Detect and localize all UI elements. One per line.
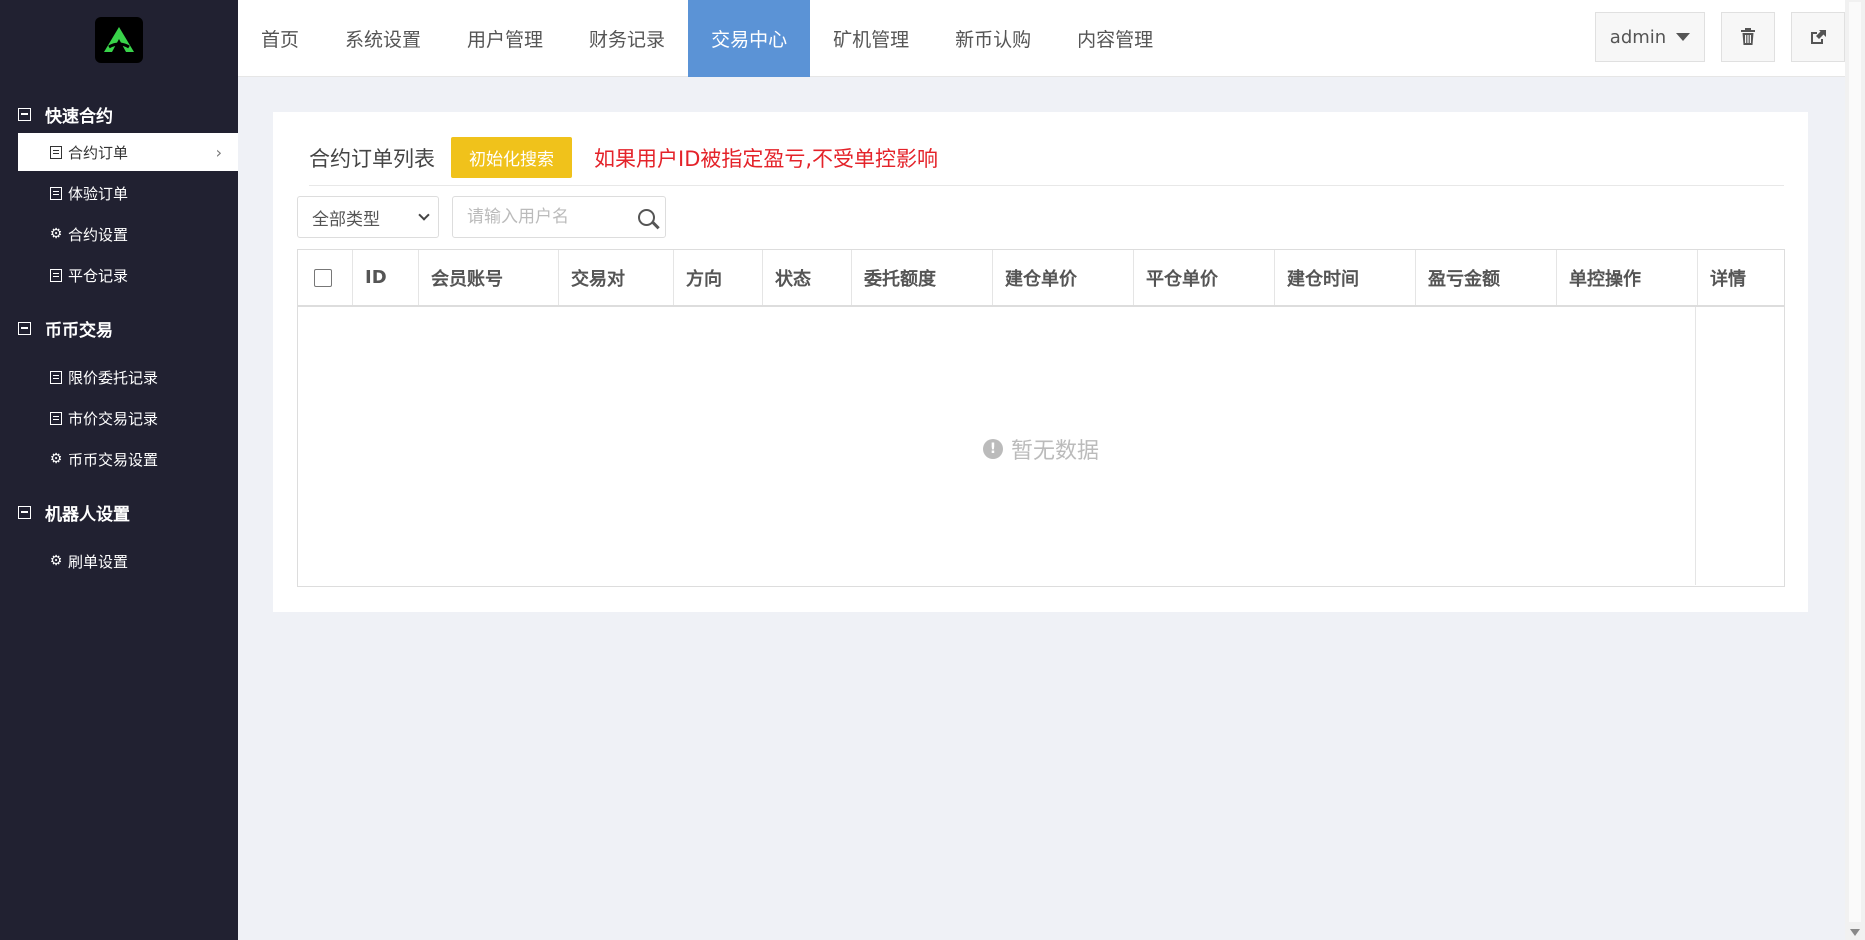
nav-finance-records[interactable]: 财务记录 <box>566 0 688 77</box>
sidebar-group-robot: 机器人设置 ⚙ 刷单设置 <box>0 496 238 580</box>
col-direction[interactable]: 方向 <box>674 250 763 305</box>
table-icon <box>48 186 64 200</box>
sidebar-item-contract-orders[interactable]: 合约订单 › <box>18 133 238 171</box>
clear-cache-button[interactable] <box>1721 12 1775 62</box>
table-icon <box>48 268 64 282</box>
nav-system-settings[interactable]: 系统设置 <box>322 0 444 77</box>
collapse-icon <box>18 505 31 519</box>
table-icon <box>48 411 64 425</box>
gear-icon: ⚙ <box>49 451 63 467</box>
sidebar: 快速合约 合约订单 › 体验订单 ⚙ 合约设置 平仓记录 币币交易 限价委托记录 <box>0 0 238 940</box>
col-order-amount[interactable]: 委托额度 <box>852 250 993 305</box>
sidebar-item-label: 合约订单 <box>68 143 129 162</box>
sidebar-item-label: 体验订单 <box>68 184 129 203</box>
sidebar-group-title[interactable]: 币币交易 <box>0 312 238 344</box>
trash-icon <box>1741 28 1755 45</box>
page-title: 合约订单列表 <box>309 146 435 171</box>
sidebar-item-spot-settings[interactable]: ⚙ 币币交易设置 <box>18 440 238 478</box>
topbar: 首页 系统设置 用户管理 财务记录 交易中心 矿机管理 新币认购 内容管理 ad… <box>238 0 1845 77</box>
logo-area <box>0 0 238 80</box>
sidebar-item-label: 币币交易设置 <box>68 450 159 469</box>
select-all-checkbox[interactable] <box>314 268 332 287</box>
scroll-down-icon[interactable] <box>1850 929 1860 936</box>
gear-icon: ⚙ <box>49 553 63 569</box>
username: admin <box>1609 26 1667 48</box>
table-body: ! 暂无数据 <box>298 307 1784 585</box>
scrollbar-thumb[interactable] <box>1849 2 1861 922</box>
collapse-icon <box>18 107 31 121</box>
panel-header: 合约订单列表 初始化搜索 如果用户ID被指定盈亏,不受单控影响 <box>309 130 1784 186</box>
sidebar-group-spot: 币币交易 限价委托记录 市价交易记录 ⚙ 币币交易设置 <box>0 312 238 478</box>
empty-state: ! 暂无数据 <box>298 433 1784 465</box>
filter-bar: 全部类型 <box>297 196 666 238</box>
exclamation-icon: ! <box>982 439 1003 459</box>
warning-text: 如果用户ID被指定盈亏,不受单控影响 <box>594 146 939 171</box>
sidebar-item-label: 市价交易记录 <box>68 409 159 428</box>
nav-home[interactable]: 首页 <box>238 0 322 77</box>
sidebar-item-trial-orders[interactable]: 体验订单 <box>18 174 238 212</box>
type-select-value: 全部类型 <box>312 209 380 230</box>
topbar-actions: admin <box>1595 12 1845 62</box>
col-id[interactable]: ID <box>353 250 419 305</box>
type-select[interactable]: 全部类型 <box>297 196 439 238</box>
col-status[interactable]: 状态 <box>763 250 852 305</box>
share-icon <box>1811 30 1826 44</box>
page-scrollbar[interactable] <box>1845 0 1865 940</box>
col-details[interactable]: 详情 <box>1698 250 1784 305</box>
table-header: ID 会员账号 交易对 方向 状态 委托额度 建仓单价 平仓单价 建仓时间 盈亏… <box>298 250 1784 307</box>
caret-down-icon <box>1676 33 1691 41</box>
col-open-time[interactable]: 建仓时间 <box>1275 250 1416 305</box>
sidebar-item-label: 限价委托记录 <box>68 368 159 387</box>
col-open-price[interactable]: 建仓单价 <box>993 250 1134 305</box>
chevron-right-icon: › <box>215 143 222 162</box>
nav-miner-management[interactable]: 矿机管理 <box>810 0 932 77</box>
nav-new-coin-subscription[interactable]: 新币认购 <box>932 0 1054 77</box>
sidebar-group-contract: 快速合约 合约订单 › 体验订单 ⚙ 合约设置 平仓记录 <box>0 98 238 294</box>
col-trading-pair[interactable]: 交易对 <box>559 250 674 305</box>
sidebar-item-brush-settings[interactable]: ⚙ 刷单设置 <box>18 542 238 580</box>
sidebar-item-contract-settings[interactable]: ⚙ 合约设置 <box>18 215 238 253</box>
gear-icon: ⚙ <box>49 226 63 242</box>
nav-user-management[interactable]: 用户管理 <box>444 0 566 77</box>
search-box <box>452 196 666 238</box>
col-member-account[interactable]: 会员账号 <box>419 250 559 305</box>
nav-trading-center[interactable]: 交易中心 <box>688 0 811 77</box>
sidebar-item-label: 合约设置 <box>68 225 129 244</box>
reset-search-button[interactable]: 初始化搜索 <box>451 137 572 178</box>
nav-content-management[interactable]: 内容管理 <box>1054 0 1176 77</box>
sidebar-group-title[interactable]: 快速合约 <box>0 98 238 130</box>
user-menu-button[interactable]: admin <box>1595 12 1705 62</box>
table-icon <box>48 370 64 384</box>
search-icon[interactable] <box>638 208 655 226</box>
sidebar-item-market-orders[interactable]: 市价交易记录 <box>18 399 238 437</box>
username-search-input[interactable] <box>465 206 625 228</box>
col-profit-loss[interactable]: 盈亏金额 <box>1416 250 1557 305</box>
empty-state-text: 暂无数据 <box>1010 439 1099 464</box>
sidebar-group-title[interactable]: 机器人设置 <box>0 496 238 528</box>
orders-table: ID 会员账号 交易对 方向 状态 委托额度 建仓单价 平仓单价 建仓时间 盈亏… <box>297 249 1785 587</box>
table-icon <box>48 145 64 159</box>
sidebar-item-label: 刷单设置 <box>68 552 129 571</box>
chevron-down-icon <box>418 209 430 221</box>
app-logo[interactable] <box>95 17 143 63</box>
sidebar-item-close-records[interactable]: 平仓记录 <box>18 256 238 294</box>
select-all-cell <box>298 250 353 305</box>
collapse-icon <box>18 321 31 335</box>
logout-button[interactable] <box>1791 12 1845 62</box>
sidebar-item-limit-orders[interactable]: 限价委托记录 <box>18 358 238 396</box>
col-single-control[interactable]: 单控操作 <box>1557 250 1698 305</box>
sidebar-item-label: 平仓记录 <box>68 266 129 285</box>
orders-panel: 合约订单列表 初始化搜索 如果用户ID被指定盈亏,不受单控影响 全部类型 ID … <box>273 112 1808 612</box>
col-close-price[interactable]: 平仓单价 <box>1134 250 1275 305</box>
